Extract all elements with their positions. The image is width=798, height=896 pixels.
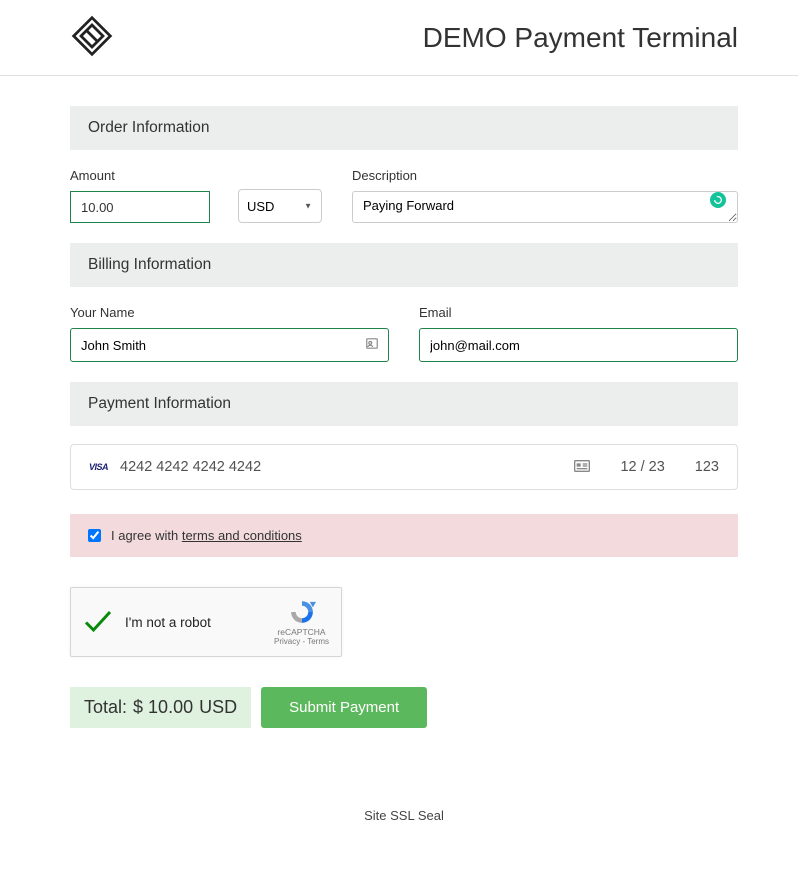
terms-checkbox[interactable] <box>88 529 101 542</box>
section-billing-info: Billing Information <box>70 243 738 287</box>
name-label: Your Name <box>70 305 389 320</box>
ssl-seal-text: Site SSL Seal <box>70 808 738 823</box>
grammar-check-icon[interactable] <box>710 192 726 208</box>
name-input[interactable] <box>70 328 389 362</box>
captcha-privacy-link[interactable]: Privacy <box>274 637 300 646</box>
logo-icon <box>70 14 114 61</box>
captcha-terms-link[interactable]: Terms <box>307 637 329 646</box>
card-reader-icon <box>574 459 590 475</box>
section-order-info: Order Information <box>70 106 738 150</box>
card-input-group[interactable]: VISA 4242 4242 4242 4242 12 / 23 123 <box>70 444 738 490</box>
description-input[interactable] <box>352 191 738 223</box>
amount-label: Amount <box>70 168 210 183</box>
terms-agreement: I agree with terms and conditions <box>70 514 738 557</box>
card-brand-icon: VISA <box>89 462 108 472</box>
page-title: DEMO Payment Terminal <box>423 22 738 54</box>
app-header: DEMO Payment Terminal <box>0 0 798 76</box>
card-expiry: 12 / 23 <box>620 459 664 475</box>
total-display: Total: $ 10.00 USD <box>70 687 251 728</box>
card-cvc: 123 <box>695 459 719 475</box>
contact-card-icon <box>365 337 379 354</box>
section-payment-info: Payment Information <box>70 382 738 426</box>
recaptcha-widget[interactable]: I'm not a robot reCAPTCHA Privacy - Term… <box>70 587 342 657</box>
submit-payment-button[interactable]: Submit Payment <box>261 687 427 728</box>
email-label: Email <box>419 305 738 320</box>
checkmark-icon <box>83 608 113 637</box>
currency-select[interactable]: USD <box>238 189 322 223</box>
captcha-label: I'm not a robot <box>125 615 262 630</box>
amount-input[interactable] <box>70 191 210 223</box>
card-number: 4242 4242 4242 4242 <box>120 459 562 475</box>
email-input[interactable] <box>419 328 738 362</box>
description-label: Description <box>352 168 738 183</box>
terms-link[interactable]: terms and conditions <box>182 528 302 543</box>
recaptcha-brand: reCAPTCHA Privacy - Terms <box>274 598 329 646</box>
terms-text: I agree with terms and conditions <box>111 528 302 543</box>
